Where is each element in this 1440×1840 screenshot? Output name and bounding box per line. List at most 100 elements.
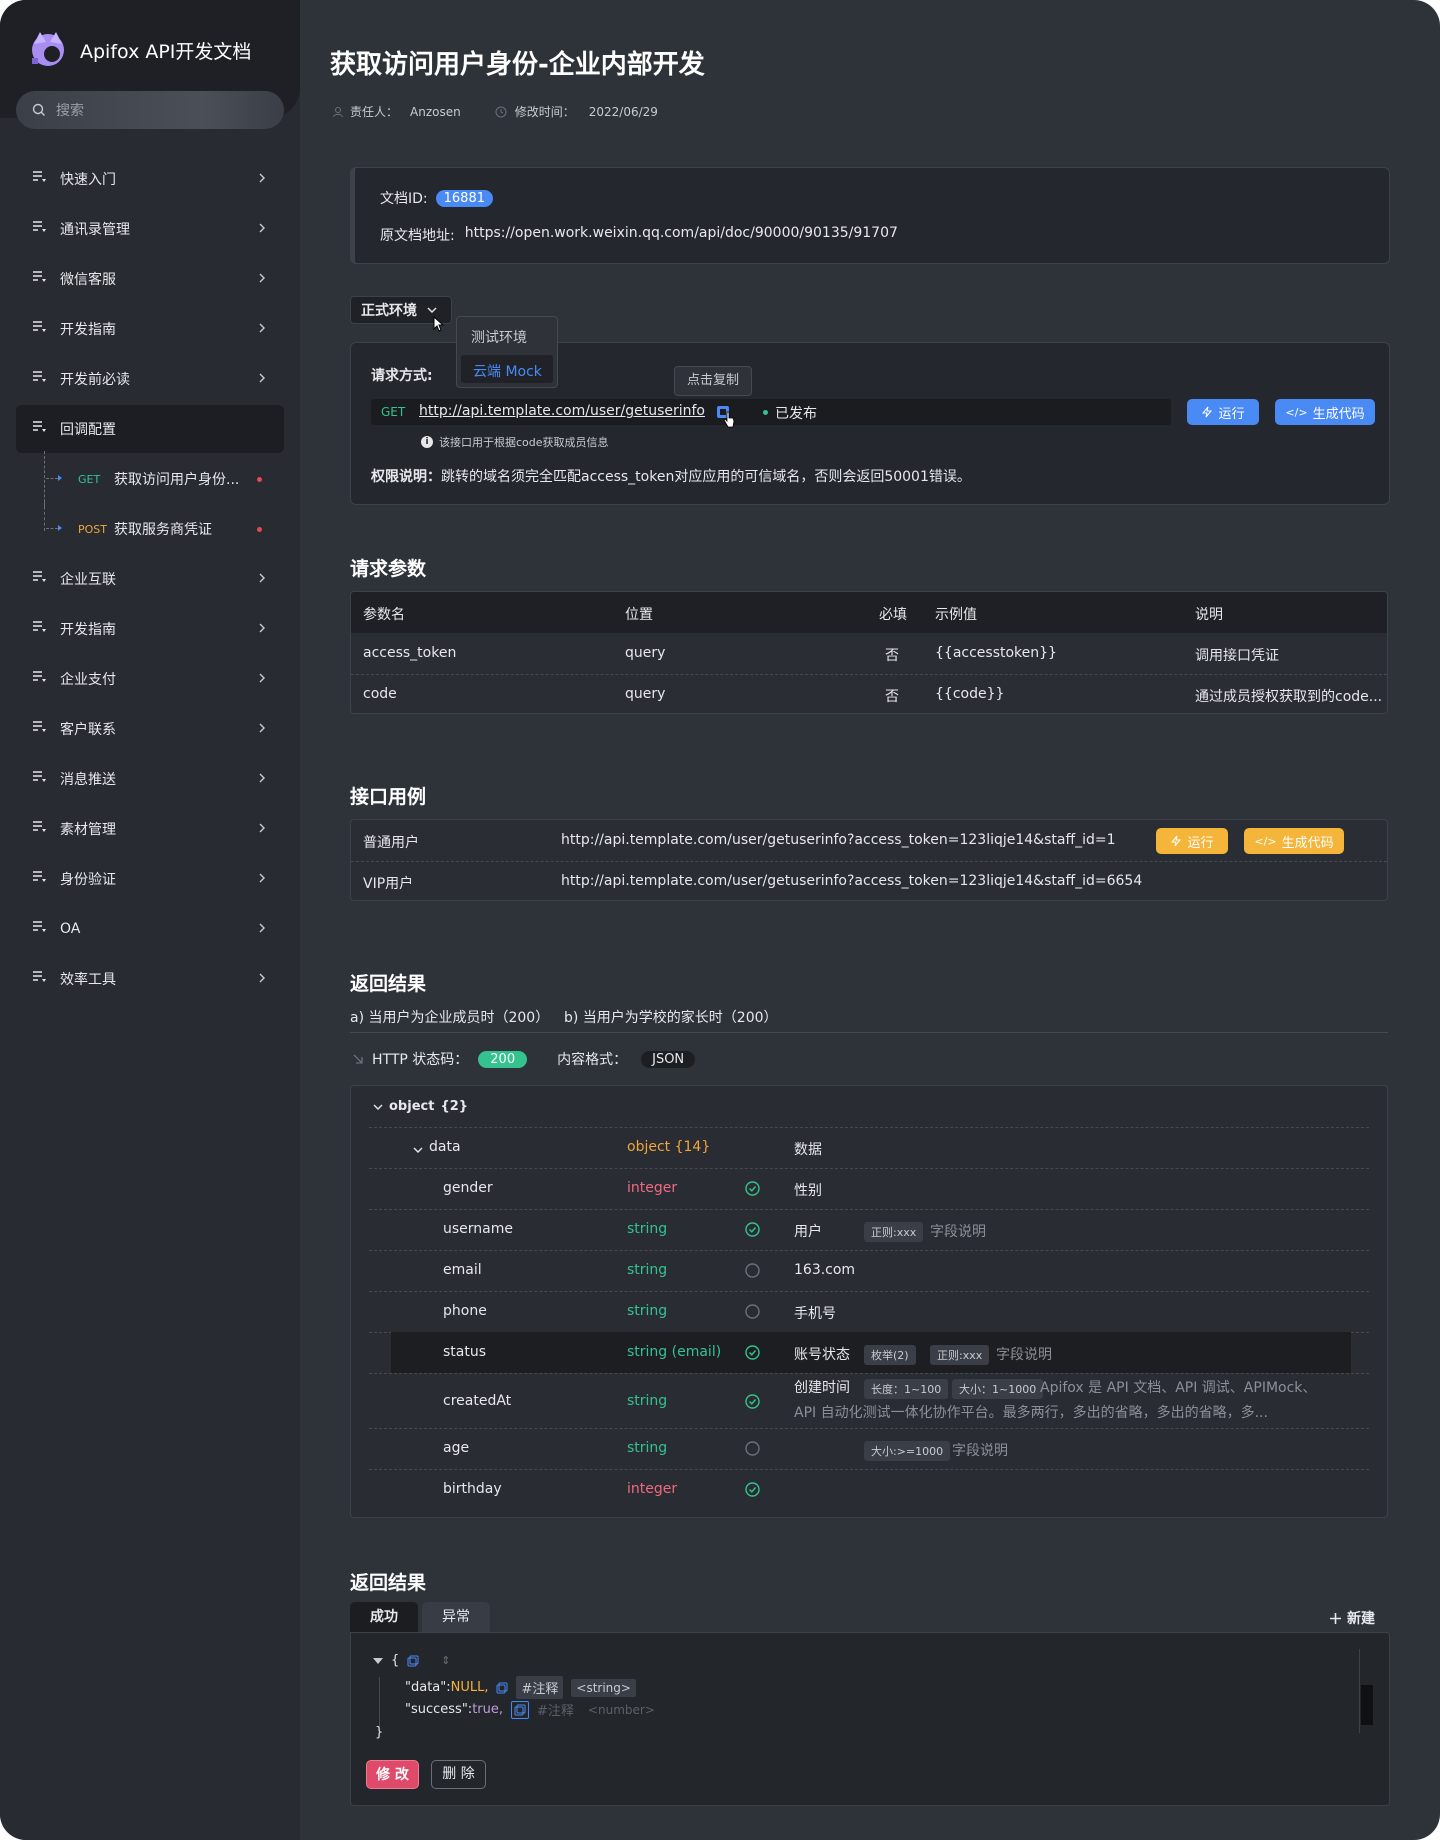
field-desc: 用户	[794, 1224, 822, 1240]
sidebar-item[interactable]: 通讯录管理	[16, 205, 284, 253]
copy-icon[interactable]	[496, 1682, 508, 1694]
type-placeholder[interactable]: <number>	[588, 1703, 655, 1717]
search-input[interactable]: 搜索	[16, 91, 284, 129]
field-type: string (email)	[627, 1344, 722, 1360]
comment-placeholder[interactable]: #注释	[537, 1700, 574, 1719]
sidebar-item[interactable]: 开发指南	[16, 305, 284, 353]
field-type: string	[627, 1440, 668, 1456]
params-header-row: 参数名 位置 必填 示例值 说明	[351, 592, 1387, 633]
chevron-right-icon	[258, 872, 266, 888]
tab-success[interactable]: 成功	[350, 1602, 418, 1633]
field-name: email	[443, 1262, 482, 1278]
run-label: 运行	[1187, 835, 1214, 851]
field-desc: 163.com	[794, 1262, 856, 1278]
gen-code-button[interactable]: </> 生成代码	[1275, 399, 1375, 425]
sidebar-item[interactable]: 消息推送	[16, 755, 284, 803]
sidebar-sub-item[interactable]: GET 获取访问用户身份...	[44, 451, 284, 507]
sidebar-item[interactable]: 回调配置	[16, 405, 284, 453]
list-icon	[32, 921, 48, 937]
doc-url-link[interactable]: https://open.work.weixin.qq.com/api/doc/…	[465, 225, 898, 245]
delete-button[interactable]: 删 除	[431, 1760, 486, 1789]
chevron-right-icon	[258, 772, 266, 788]
field-name: data	[429, 1139, 461, 1155]
type-tag[interactable]: <string>	[571, 1678, 636, 1697]
chevron-right-icon	[258, 572, 266, 588]
chevron-right-icon	[258, 972, 266, 988]
field-tag: 枚举(2)	[864, 1345, 916, 1365]
clock-icon	[495, 106, 507, 117]
copy-tooltip: 点击复制	[674, 366, 752, 396]
env-option-mock[interactable]: 云端 Mock	[461, 355, 553, 383]
field-desc: 创建时间	[794, 1380, 850, 1396]
sidebar-item[interactable]: 企业支付	[16, 655, 284, 703]
sidebar-item[interactable]: OA	[16, 905, 284, 953]
permission-text: 跳转的域名须完全匹配access_token对应应用的可信域名，否则会返回500…	[441, 469, 971, 485]
edit-button[interactable]: 修 改	[366, 1760, 419, 1789]
sidebar-item[interactable]: 身份验证	[16, 855, 284, 903]
example-row[interactable]: 普通用户 http://api.template.com/user/getuse…	[351, 820, 1387, 861]
sidebar-item[interactable]: 效率工具	[16, 955, 284, 1003]
new-label: 新建	[1347, 1611, 1375, 1627]
schema-row-phone[interactable]: phone string 手机号	[351, 1291, 1387, 1332]
schema-row-createdAt[interactable]: createdAt string 创建时间 长度：1~100 大小：1~1000 Apif…	[351, 1373, 1387, 1428]
sidebar-item-label: 开发指南	[60, 622, 116, 638]
collapse-icon[interactable]	[373, 1657, 383, 1664]
sidebar-item-label: 素材管理	[60, 822, 116, 838]
response-meta: HTTP 状态码： 200 内容格式： JSON	[352, 1049, 696, 1069]
schema-row-email[interactable]: email string 163.com	[351, 1250, 1387, 1291]
sidebar-item[interactable]: 客户联系	[16, 705, 284, 753]
sidebar-item[interactable]: 快速入门	[16, 155, 284, 203]
tab-error[interactable]: 异常	[422, 1602, 490, 1633]
schema-root[interactable]: object {2}	[373, 1099, 468, 1114]
format-badge: JSON	[641, 1050, 696, 1068]
new-button[interactable]: 新建	[1330, 1608, 1375, 1628]
doc-id-label: 文档ID:	[380, 191, 428, 207]
field-desc: 性别	[794, 1183, 822, 1199]
schema-row-status[interactable]: status string (email) 账号状态 枚举(2) 正则:xxx 字段说明	[351, 1332, 1387, 1373]
tabs-divider	[350, 1032, 1388, 1033]
sidebar-item-label: 客户联系	[60, 722, 116, 738]
schema-row-username[interactable]: username string 用户 正则:xxx 字段说明	[351, 1209, 1387, 1250]
sort-icon[interactable]: ⇕	[441, 1654, 450, 1667]
sidebar-item[interactable]: 开发前必读	[16, 355, 284, 403]
response-tab-b[interactable]: b) 当用户为学校的家长时（200）	[564, 1007, 778, 1027]
sidebar-item[interactable]: 素材管理	[16, 805, 284, 853]
list-icon	[32, 421, 48, 437]
request-url[interactable]: http://api.template.com/user/getuserinfo	[419, 403, 705, 419]
sidebar-sub-item[interactable]: POST 获取服务商凭证	[44, 501, 284, 553]
sidebar-item[interactable]: 开发指南	[16, 605, 284, 653]
schema-row-age[interactable]: age string 大小:>=1000 字段说明	[351, 1428, 1387, 1469]
example-row[interactable]: VIP用户 http://api.template.com/user/getus…	[351, 861, 1387, 900]
response-tab-a[interactable]: a) 当用户为企业成员时（200）	[350, 1007, 549, 1027]
field-note: Apifox 是 API 文档、API 调试、APIMock、	[1040, 1380, 1317, 1396]
sidebar-item[interactable]: 微信客服	[16, 255, 284, 303]
example-name: 普通用户	[363, 835, 419, 851]
empty-circle-icon	[745, 1263, 760, 1282]
copy-icon[interactable]	[511, 1700, 530, 1719]
chevron-down-icon[interactable]	[413, 1142, 423, 1158]
field-note: 字段说明	[952, 1443, 1008, 1459]
code-line-open: { ⇕	[373, 1653, 451, 1668]
field-name: gender	[443, 1180, 493, 1196]
schema-row-birthday[interactable]: birthday integer	[351, 1469, 1387, 1510]
sidebar-item[interactable]: 企业互联	[16, 555, 284, 603]
chevron-right-icon	[258, 172, 266, 188]
scrollbar-thumb[interactable]	[1361, 1685, 1373, 1725]
example-gen-code-button[interactable]: </> 生成代码	[1244, 828, 1344, 854]
param-position: query	[625, 686, 666, 702]
scrollbar-track[interactable]	[1359, 1649, 1373, 1733]
sidebar-item-label: 通讯录管理	[60, 222, 130, 238]
schema-row-data[interactable]: data object {14} 数据	[351, 1127, 1387, 1168]
run-label: 运行	[1218, 406, 1245, 422]
request-note: i 该接口用于根据code获取成员信息	[421, 434, 609, 450]
comment-input[interactable]: #注释	[516, 1676, 564, 1699]
sidebar-item-label: 快速入门	[60, 172, 116, 188]
run-button[interactable]: 运行	[1187, 399, 1259, 425]
env-option-test[interactable]: 测试环境	[471, 327, 527, 347]
code-icon: </>	[1285, 405, 1308, 419]
schema-row-gender[interactable]: gender integer 性别	[351, 1168, 1387, 1209]
example-run-button[interactable]: 运行	[1156, 828, 1228, 854]
copy-icon[interactable]	[407, 1655, 419, 1667]
value-data: NULL,	[450, 1680, 489, 1695]
list-icon	[32, 321, 48, 337]
